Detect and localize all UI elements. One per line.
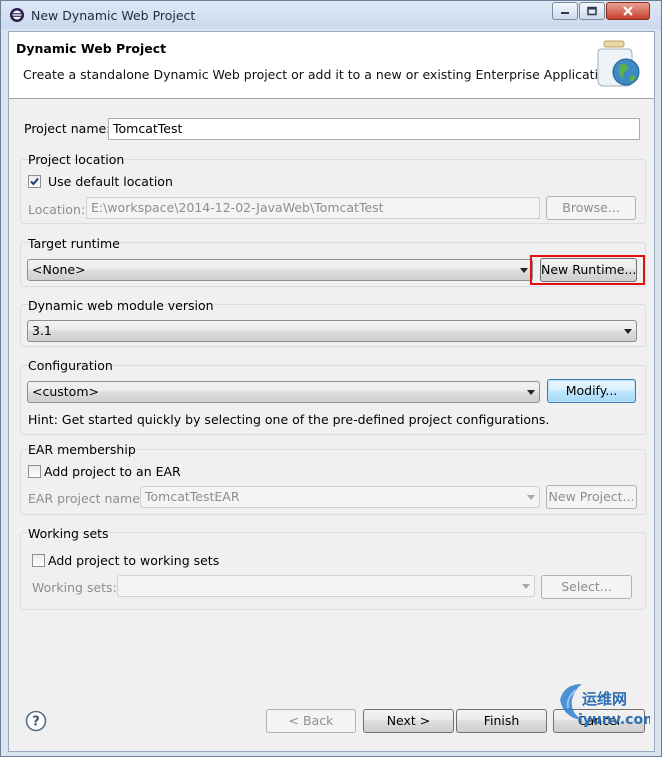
chevron-down-icon	[527, 495, 535, 500]
select-working-sets-button[interactable]: Select...	[541, 575, 632, 599]
ear-membership-group-label: EAR membership	[28, 442, 136, 457]
title-bar[interactable]: New Dynamic Web Project	[1, 1, 661, 29]
eclipse-icon	[10, 8, 24, 22]
chevron-down-icon	[624, 329, 632, 334]
chevron-down-icon	[522, 584, 530, 589]
page-title: Dynamic Web Project	[16, 41, 167, 56]
browse-button[interactable]: Browse...	[546, 196, 636, 220]
web-project-globe-jar-icon	[597, 40, 640, 87]
new-runtime-highlight-box	[530, 255, 645, 285]
module-version-select[interactable]: 3.1	[27, 320, 637, 342]
watermark-url-text: iyunv.com	[578, 712, 650, 728]
add-to-ear-label: Add project to an EAR	[44, 464, 181, 479]
chevron-down-icon	[520, 268, 528, 273]
working-sets-select[interactable]	[117, 575, 535, 597]
configuration-group-label: Configuration	[28, 358, 113, 373]
watermark-logo: 运维网 iyunv.com	[560, 684, 658, 728]
configuration-hint: Hint: Get started quickly by selecting o…	[28, 412, 550, 427]
configuration-select[interactable]: <custom>	[27, 381, 540, 403]
ear-project-name-label: EAR project name:	[28, 491, 145, 506]
target-runtime-group-label: Target runtime	[28, 236, 120, 251]
dialog-window: New Dynamic Web Project Dynamic Web Proj…	[0, 0, 662, 757]
maximize-button[interactable]	[579, 2, 605, 20]
module-version-group-label: Dynamic web module version	[28, 298, 214, 313]
close-icon	[623, 6, 633, 16]
dialog-content: Dynamic Web Project Create a standalone …	[8, 31, 655, 752]
ear-project-name-value: TomcatTestEAR	[145, 489, 240, 504]
site-watermark: 运维网 iyunv.com	[554, 678, 658, 730]
ear-project-name-select[interactable]: TomcatTestEAR	[140, 486, 540, 508]
back-button[interactable]: < Back	[266, 709, 356, 733]
svg-text:?: ?	[32, 715, 40, 730]
working-sets-label: Working sets:	[32, 580, 117, 595]
project-location-group-label: Project location	[28, 152, 125, 167]
location-input[interactable]: E:\workspace\2014-12-02-JavaWeb\TomcatTe…	[86, 197, 540, 219]
close-button[interactable]	[606, 2, 650, 20]
finish-button[interactable]: Finish	[456, 709, 547, 733]
maximize-icon	[587, 6, 597, 16]
next-button[interactable]: Next >	[363, 709, 454, 733]
checkmark-icon	[30, 177, 39, 186]
add-to-working-sets-checkbox[interactable]	[32, 554, 45, 567]
window-title: New Dynamic Web Project	[31, 8, 196, 23]
use-default-location-label: Use default location	[48, 174, 173, 189]
minimize-button[interactable]	[552, 2, 578, 20]
new-ear-project-button[interactable]: New Project...	[546, 485, 637, 509]
modify-button[interactable]: Modify...	[547, 379, 636, 403]
target-runtime-value: <None>	[32, 262, 86, 277]
project-name-label: Project name:	[24, 121, 111, 136]
location-label: Location:	[28, 202, 86, 217]
use-default-location-checkbox[interactable]	[28, 175, 41, 188]
chevron-down-icon	[527, 390, 535, 395]
module-version-value: 3.1	[32, 323, 52, 338]
page-description: Create a standalone Dynamic Web project …	[23, 67, 618, 82]
working-sets-group-label: Working sets	[28, 526, 109, 541]
configuration-value: <custom>	[32, 384, 99, 399]
add-to-working-sets-label: Add project to working sets	[48, 553, 220, 568]
help-icon[interactable]: ?	[25, 710, 47, 732]
wizard-header: Dynamic Web Project Create a standalone …	[9, 32, 654, 99]
project-name-input[interactable]: TomcatTest	[108, 118, 640, 140]
minimize-icon	[561, 12, 569, 14]
target-runtime-select[interactable]: <None>	[27, 259, 533, 281]
add-to-ear-checkbox[interactable]	[28, 465, 41, 478]
watermark-cn-text: 运维网	[582, 690, 627, 708]
